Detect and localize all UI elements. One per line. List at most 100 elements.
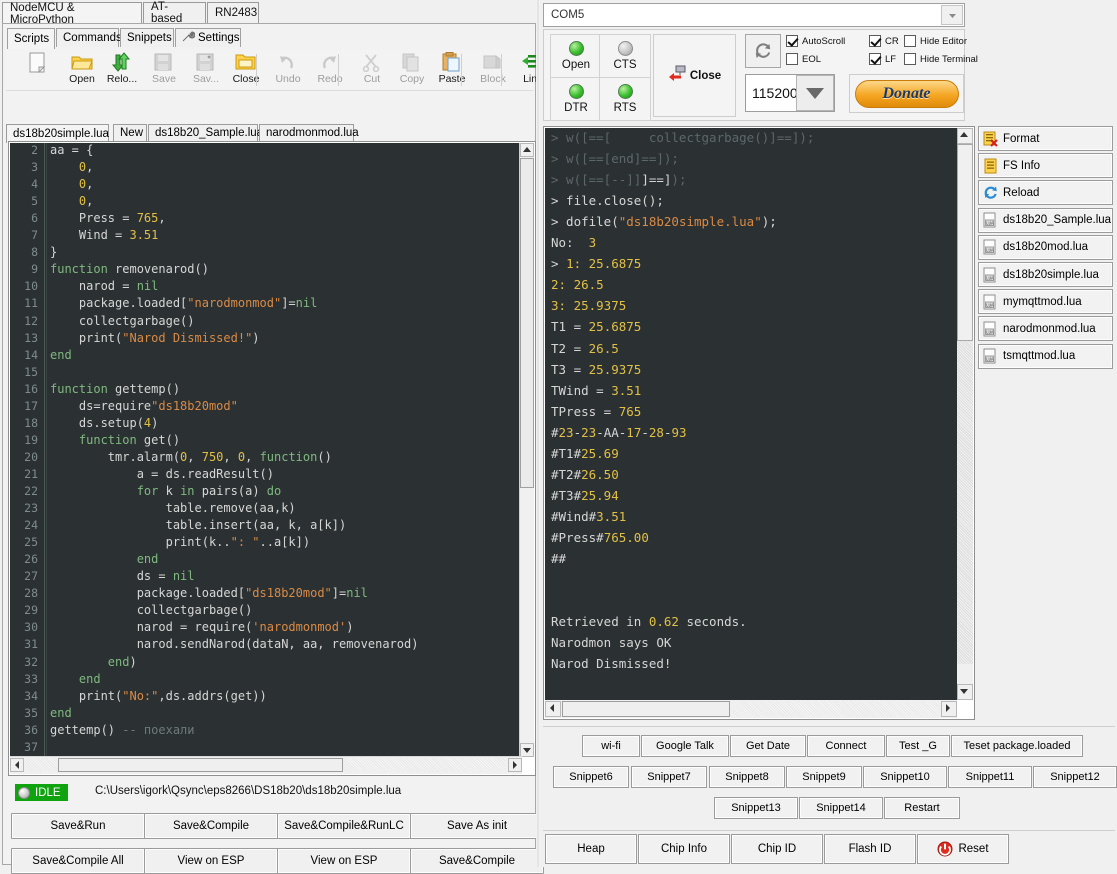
terminal-scroll-thumb[interactable] xyxy=(957,144,973,341)
platform-tab-nodemcu-micropython[interactable]: NodeMCU & MicroPython xyxy=(2,2,142,26)
terminal-scroll-right-arrow[interactable] xyxy=(941,701,957,717)
file-tab-ds18b20-sample-lua[interactable]: ds18b20_Sample.lua xyxy=(148,124,263,141)
snippet-button-test-g[interactable]: Test _G xyxy=(886,735,950,757)
toolbar-close-button[interactable]: Close xyxy=(222,50,270,90)
platform-tab-rn2483[interactable]: RN2483 xyxy=(207,2,259,23)
serial-led-dtr[interactable]: DTR xyxy=(550,77,602,121)
section-tab-commands[interactable]: Commands xyxy=(56,28,122,47)
terminal-scroll-left-arrow[interactable] xyxy=(545,701,561,717)
checkbox-cr[interactable]: CR xyxy=(869,35,899,47)
esp-file-reload[interactable]: Reload xyxy=(978,180,1113,206)
checkbox-hide-editor[interactable]: Hide Editor xyxy=(904,35,967,47)
esp-file-format[interactable]: Format xyxy=(978,126,1113,151)
code-editor-surface[interactable]: 2 3 4 5 6 7 8 9 10 11 12 13 14 15 16 17 18 19 20 21 22 23 24 25… xyxy=(10,143,522,757)
editor-horizontal-scrollbar[interactable] xyxy=(10,756,522,774)
terminal-scroll-track[interactable] xyxy=(957,341,973,664)
close-port-button[interactable]: Close xyxy=(653,34,736,117)
hscroll-thumb[interactable] xyxy=(58,758,343,772)
snippet-button-connect[interactable]: Connect xyxy=(807,735,885,757)
button-chip-id[interactable]: Chip ID xyxy=(731,834,823,864)
serial-terminal[interactable]: > w([==[ collectgarbage()]==]); > w([==[e… xyxy=(543,126,975,720)
toolbar-new-button[interactable] xyxy=(14,50,62,90)
section-tab-settings[interactable]: Settings xyxy=(175,28,241,47)
scroll-down-arrow[interactable] xyxy=(520,743,534,757)
checkbox-box[interactable] xyxy=(904,53,916,65)
esp-file-narodmonmod-lua[interactable]: LUA narodmonmod.lua xyxy=(978,316,1113,342)
snippet-button-snippet9[interactable]: Snippet9 xyxy=(786,766,862,788)
snippet-button-snippet7[interactable]: Snippet7 xyxy=(631,766,707,788)
checkbox-hide-terminal[interactable]: Hide Terminal xyxy=(904,53,978,65)
snippet-button-teset-package-loaded[interactable]: Teset package.loaded xyxy=(951,735,1083,757)
button-save-compile[interactable]: Save&Compile xyxy=(410,848,544,874)
snippet-button-get-date[interactable]: Get Date xyxy=(730,735,806,757)
checkbox-box[interactable] xyxy=(786,53,798,65)
terminal-vertical-scrollbar[interactable] xyxy=(957,128,973,700)
toolbar-relo-button[interactable]: Relo... xyxy=(98,50,146,90)
checkbox-lf[interactable]: LF xyxy=(869,53,896,65)
file-tab-narodmonmod-lua[interactable]: narodmonmod.lua xyxy=(259,124,359,141)
snippet-button-snippet14[interactable]: Snippet14 xyxy=(799,797,883,819)
code-token: function xyxy=(259,449,318,464)
snippet-button-snippet13[interactable]: Snippet13 xyxy=(714,797,798,819)
file-tab-new[interactable]: New xyxy=(113,124,147,141)
terminal-token: - xyxy=(573,424,582,440)
snippet-button-google-talk[interactable]: Google Talk xyxy=(641,735,729,757)
button-flash-id[interactable]: Flash ID xyxy=(824,834,916,864)
code-editor[interactable]: 2 3 4 5 6 7 8 9 10 11 12 13 14 15 16 17 18 19 20 21 22 23 24 25… xyxy=(8,141,536,776)
com-port-select[interactable]: COM5 xyxy=(543,3,965,27)
button-save-compile-all[interactable]: Save&Compile All xyxy=(11,848,145,874)
button-view-on-esp[interactable]: View on ESP xyxy=(144,848,278,874)
snippet-button-snippet6[interactable]: Snippet6 xyxy=(553,766,629,788)
section-tab-scripts[interactable]: Scripts xyxy=(7,28,55,49)
baud-chevron-down-icon[interactable] xyxy=(796,75,834,111)
esp-file-ds18b20simple-lua[interactable]: LUA ds18b20simple.lua xyxy=(978,262,1113,287)
checkbox-box[interactable] xyxy=(869,53,881,65)
refresh-ports-button[interactable] xyxy=(745,34,781,68)
status-badge-label: IDLE xyxy=(35,786,61,799)
button-save-compile-runlc[interactable]: Save&Compile&RunLC xyxy=(277,813,411,839)
terminal-scroll-up-arrow[interactable] xyxy=(957,128,973,144)
snippet-button-snippet8[interactable]: Snippet8 xyxy=(709,766,785,788)
esp-file-tsmqttmod-lua[interactable]: LUA tsmqttmod.lua xyxy=(978,343,1113,369)
code-token: end xyxy=(107,654,130,669)
section-tab-snippets[interactable]: Snippets xyxy=(120,28,174,47)
terminal-scroll-down-arrow[interactable] xyxy=(957,684,973,700)
baud-rate-select[interactable]: 115200 xyxy=(745,74,835,112)
scroll-up-arrow[interactable] xyxy=(520,143,534,157)
esp-file-mymqttmod-lua[interactable]: LUA mymqttmod.lua xyxy=(978,289,1113,315)
snippet-button-restart[interactable]: Restart xyxy=(884,797,960,819)
esp-file-ds18b20mod-lua[interactable]: LUA ds18b20mod.lua xyxy=(978,234,1113,260)
snippet-button-snippet11[interactable]: Snippet11 xyxy=(948,766,1032,788)
checkbox-eol[interactable]: EOL xyxy=(786,53,821,65)
snippet-button-snippet10[interactable]: Snippet10 xyxy=(863,766,947,788)
checkbox-box[interactable] xyxy=(786,35,798,47)
button-save-run[interactable]: Save&Run xyxy=(11,813,145,839)
scroll-left-arrow[interactable] xyxy=(10,758,24,772)
platform-tab-at-based[interactable]: AT-based xyxy=(143,1,206,25)
terminal-hscroll-thumb[interactable] xyxy=(562,701,730,717)
serial-led-rts[interactable]: RTS xyxy=(599,77,651,121)
button-reset[interactable]: Reset xyxy=(917,834,1009,864)
editor-vertical-scrollbar[interactable] xyxy=(519,143,534,757)
donate-button[interactable]: Donate xyxy=(854,79,959,108)
serial-led-open[interactable]: Open xyxy=(550,34,602,78)
button-heap[interactable]: Heap xyxy=(545,834,637,864)
esp-file-fs-info[interactable]: FS Info xyxy=(978,153,1113,179)
line-number: 5 xyxy=(31,194,38,209)
button-chip-info[interactable]: Chip Info xyxy=(638,834,730,864)
checkbox-box[interactable] xyxy=(904,35,916,47)
button-save-compile[interactable]: Save&Compile xyxy=(144,813,278,839)
terminal-output[interactable]: > w([==[ collectgarbage()]==]); > w([==[e… xyxy=(545,128,957,700)
button-view-on-esp[interactable]: View on ESP xyxy=(277,848,411,874)
editor-scroll-thumb[interactable] xyxy=(520,158,534,488)
checkbox-box[interactable] xyxy=(869,35,881,47)
button-save-as-init[interactable]: Save As init xyxy=(410,813,544,839)
chevron-down-icon[interactable] xyxy=(941,5,963,25)
checkbox-autoscroll[interactable]: AutoScroll xyxy=(786,35,845,47)
snippet-button-wi-fi[interactable]: wi-fi xyxy=(582,735,640,757)
scroll-right-arrow[interactable] xyxy=(508,758,522,772)
snippet-button-snippet12[interactable]: Snippet12 xyxy=(1033,766,1117,788)
esp-file-ds18b20-sample-lua[interactable]: LUA ds18b20_Sample.lua xyxy=(978,207,1113,233)
terminal-horizontal-scrollbar[interactable] xyxy=(545,700,957,718)
serial-led-cts[interactable]: CTS xyxy=(599,34,651,78)
